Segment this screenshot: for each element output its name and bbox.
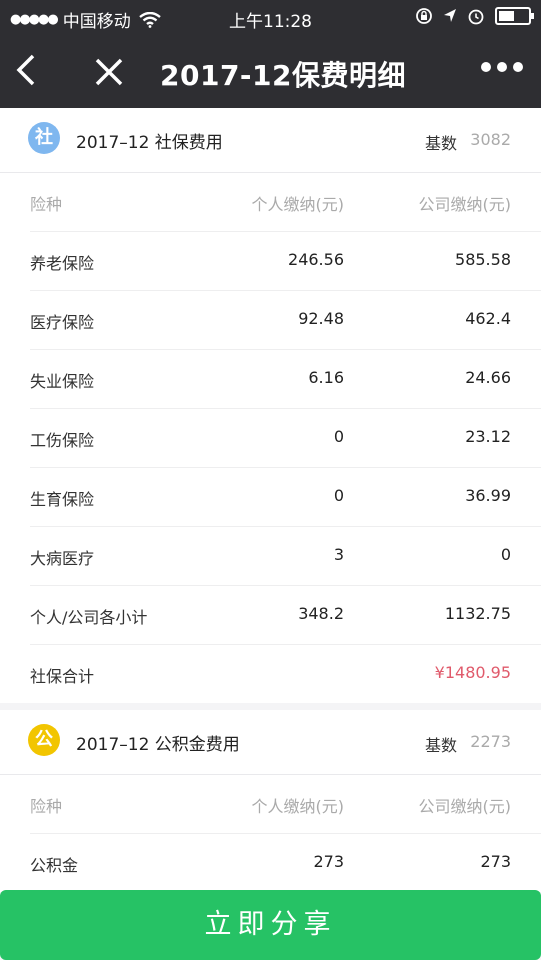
row-personal: 6.16 — [308, 368, 344, 387]
row-company: 36.99 — [465, 486, 511, 505]
page-title: 2017-12保费明细 — [160, 59, 407, 92]
row-personal: 273 — [313, 852, 344, 871]
row-type: 工伤保险 — [30, 431, 95, 450]
row-personal: 0 — [333, 486, 344, 505]
fund-badge-icon: 公 — [28, 724, 60, 756]
battery-icon — [495, 7, 534, 25]
row-personal: 3 — [333, 545, 344, 564]
social-insurance-card: 社 2017–12 社保费用 基数 3082 险种 个人缴纳(元) 公司缴纳(元… — [0, 108, 541, 703]
card-header: 社 2017–12 社保费用 基数 3082 — [0, 108, 541, 173]
table-row: 公积金 273 273 — [30, 834, 541, 892]
chevron-left-icon — [16, 54, 35, 86]
row-company: 24.66 — [465, 368, 511, 387]
status-bar: ●●●●● 中国移动 上午11:28 — [0, 0, 541, 36]
location-icon — [444, 9, 456, 22]
share-button[interactable]: 立即分享 — [0, 890, 541, 960]
close-button[interactable] — [92, 49, 126, 96]
column-header-personal: 个人缴纳(元) — [251, 195, 345, 214]
card-header: 公 2017–12 公积金费用 基数 2273 — [0, 710, 541, 775]
alarm-icon — [468, 9, 484, 25]
card-title: 2017–12 社保费用 — [76, 133, 223, 153]
rotation-lock-icon — [416, 8, 432, 24]
social-badge-icon: 社 — [28, 122, 60, 154]
more-dot-icon — [513, 62, 523, 72]
total-row: 社保合计 ¥1480.95 — [30, 645, 541, 703]
table-row: 医疗保险 92.48 462.4 — [30, 291, 541, 350]
back-button[interactable] — [14, 52, 38, 96]
more-button[interactable] — [481, 62, 523, 72]
row-type: 医疗保险 — [30, 313, 95, 332]
row-company: 1132.75 — [444, 604, 511, 623]
base-value: 2273 — [470, 732, 511, 751]
row-type: 失业保险 — [30, 372, 95, 391]
row-personal: 348.2 — [298, 604, 344, 623]
column-header-company: 公司缴纳(元) — [418, 195, 512, 214]
column-header-personal: 个人缴纳(元) — [251, 797, 345, 816]
housing-fund-card: 公 2017–12 公积金费用 基数 2273 险种 个人缴纳(元) 公司缴纳(… — [0, 710, 541, 892]
base-label: 基数 — [424, 134, 457, 153]
row-company: 0 — [500, 545, 511, 564]
base-value: 3082 — [470, 130, 511, 149]
row-type: 个人/公司各小计 — [30, 608, 148, 627]
card-title: 2017–12 公积金费用 — [76, 735, 240, 755]
table-row: 大病医疗 3 0 — [30, 527, 541, 586]
row-personal: 246.56 — [288, 250, 344, 269]
nav-bar: 2017-12保费明细 — [0, 36, 541, 108]
table-row: 失业保险 6.16 24.66 — [30, 350, 541, 409]
table-header: 险种 个人缴纳(元) 公司缴纳(元) — [30, 173, 541, 232]
column-header-type: 险种 — [30, 797, 63, 816]
row-personal: 0 — [333, 427, 344, 446]
column-header-company: 公司缴纳(元) — [418, 797, 512, 816]
row-company: 23.12 — [465, 427, 511, 446]
row-company: 273 — [480, 852, 511, 871]
row-type: 养老保险 — [30, 254, 95, 273]
total-label: 社保合计 — [30, 667, 95, 686]
base-label: 基数 — [424, 736, 457, 755]
close-icon — [95, 58, 123, 86]
more-dot-icon — [497, 62, 507, 72]
row-company: 462.4 — [465, 309, 511, 328]
row-company: 585.58 — [455, 250, 511, 269]
row-type: 大病医疗 — [30, 549, 95, 568]
row-personal: 92.48 — [298, 309, 344, 328]
more-dot-icon — [481, 62, 491, 72]
row-type: 公积金 — [30, 856, 79, 875]
table-row: 生育保险 0 36.99 — [30, 468, 541, 527]
row-type: 生育保险 — [30, 490, 95, 509]
table-row: 工伤保险 0 23.12 — [30, 409, 541, 468]
column-header-type: 险种 — [30, 195, 63, 214]
table-header: 险种 个人缴纳(元) 公司缴纳(元) — [30, 775, 541, 834]
subtotal-row: 个人/公司各小计 348.2 1132.75 — [30, 586, 541, 645]
total-value: ¥1480.95 — [434, 663, 511, 682]
table-row: 养老保险 246.56 585.58 — [30, 232, 541, 291]
